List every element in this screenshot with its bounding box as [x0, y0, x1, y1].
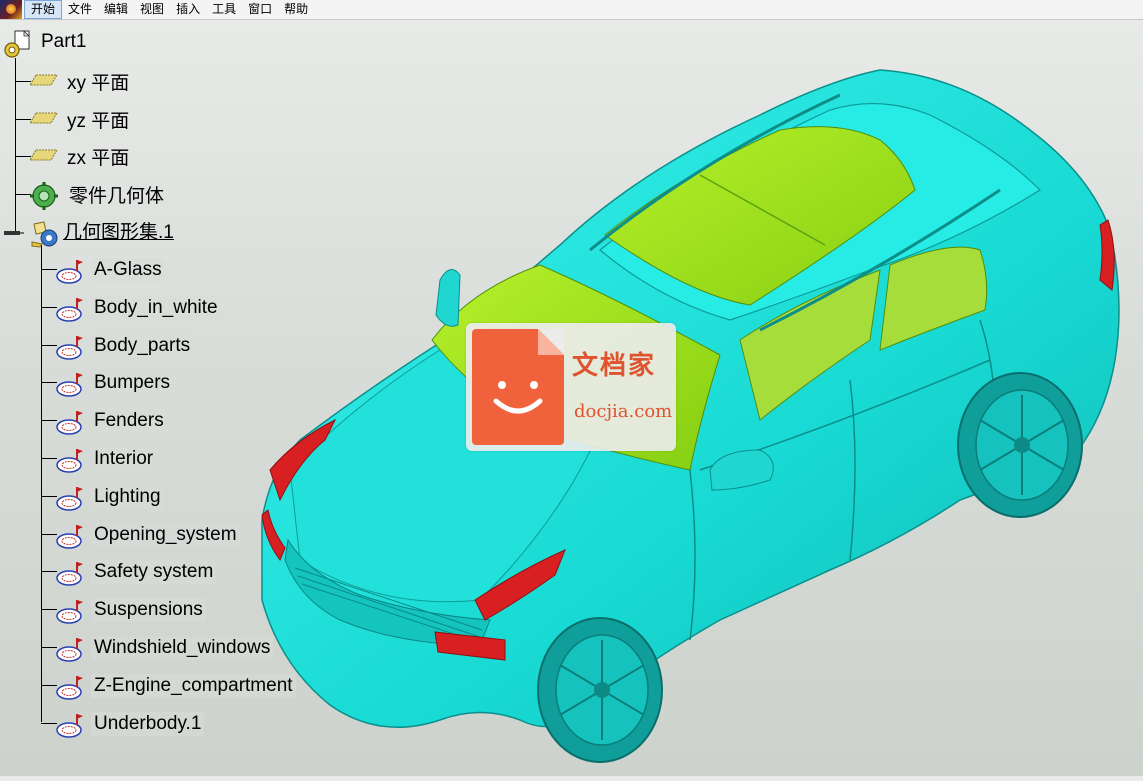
tree-item-zx-plane[interactable]: zx 平面 — [30, 141, 132, 171]
tree-item-geom-child[interactable]: Bumpers — [55, 368, 174, 398]
tree-item-label: Fenders — [91, 409, 167, 434]
tree-item-geom-child[interactable]: Fenders — [55, 406, 167, 436]
tree-item-label: Underbody.1 — [91, 711, 205, 736]
tree-connector — [41, 571, 57, 573]
menu-help[interactable]: 帮助 — [278, 0, 314, 19]
collapse-toggle-icon[interactable] — [4, 225, 26, 235]
menu-window[interactable]: 窗口 — [242, 0, 278, 19]
watermark-cn-text: 文档家 — [572, 351, 657, 381]
tree-item-label: Body_parts — [91, 333, 194, 358]
geometrical-set-child-icon — [55, 334, 83, 360]
tree-root-label: Part1 — [41, 31, 87, 52]
watermark-logo: 文档家 docjia.com — [466, 323, 676, 451]
geometrical-set-child-icon — [55, 371, 83, 398]
tree-connector — [15, 194, 31, 195]
tree-item-yz-plane[interactable]: yz 平面 — [30, 104, 132, 134]
tree-connector — [41, 495, 57, 497]
tree-item-label: Safety system — [91, 560, 217, 585]
tree-item-label: Z-Engine_compartment — [91, 673, 296, 698]
tree-item-label: yz 平面 — [67, 110, 130, 132]
tree-item-xy-plane[interactable]: xy 平面 — [30, 66, 132, 96]
menu-file[interactable]: 文件 — [62, 0, 98, 19]
geometrical-set-icon — [30, 218, 58, 248]
tree-connector — [41, 382, 57, 384]
geometrical-set-child-icon — [55, 674, 83, 700]
tree-connector — [41, 722, 57, 724]
tree-connector — [41, 533, 57, 535]
tree-item-geom-set[interactable]: 几何图形集.1 — [4, 215, 177, 248]
geometrical-set-child-icon — [55, 598, 83, 624]
menu-insert[interactable]: 插入 — [170, 0, 206, 19]
tree-item-label: A-Glass — [91, 258, 165, 282]
menu-start[interactable]: 开始 — [24, 0, 63, 19]
tree-item-geom-child[interactable]: Opening_system — [55, 520, 240, 550]
3d-viewport[interactable] — [250, 60, 1143, 776]
tree-item-geom-child[interactable]: Lighting — [55, 482, 164, 512]
tree-root[interactable]: Part1 — [2, 27, 89, 58]
tree-connector — [41, 458, 57, 459]
geometrical-set-child-icon — [55, 258, 83, 284]
app-logo-icon[interactable] — [0, 0, 22, 19]
tree-item-geom-child[interactable]: Windshield_windows — [55, 633, 274, 663]
tree-item-label: Windshield_windows — [91, 636, 274, 660]
tree-item-label: Body_in_white — [91, 295, 221, 320]
tree-connector — [15, 58, 16, 231]
tree-item-label: 几何图形集.1 — [63, 221, 174, 243]
tree-connector — [41, 344, 57, 346]
tree-item-label: 零件几何体 — [69, 185, 165, 207]
tree-connector — [41, 609, 57, 611]
tree-connector — [41, 420, 57, 422]
menu-edit[interactable]: 编辑 — [98, 0, 134, 19]
tree-item-label: Interior — [91, 447, 157, 471]
geometrical-set-child-icon — [55, 409, 83, 435]
tree-item-geom-child[interactable]: Suspensions — [55, 595, 206, 625]
part-icon — [2, 30, 30, 58]
menu-bar: 开始 文件 编辑 视图 插入 工具 窗口 帮助 — [0, 0, 1143, 20]
tree-item-label: Bumpers — [91, 371, 174, 396]
tree-connector — [41, 306, 57, 308]
tree-item-part-body[interactable]: 零件几何体 — [30, 179, 167, 210]
geometrical-set-child-icon — [55, 636, 83, 662]
watermark-en-text: docjia.com — [574, 401, 673, 422]
menu-tools[interactable]: 工具 — [206, 0, 242, 19]
geometrical-set-child-icon — [55, 560, 83, 587]
tree-item-label: xy 平面 — [67, 72, 130, 94]
tree-connector — [15, 119, 31, 120]
plane-icon — [30, 144, 58, 168]
geometrical-set-child-icon — [55, 447, 83, 473]
smile-icon — [493, 381, 543, 414]
specification-tree: Part1 xy 平面 yz 平面 zx 平面 零件几何体 几何图形集.1 A-… — [0, 20, 340, 776]
geometrical-set-child-icon — [55, 712, 83, 738]
tree-item-geom-child[interactable]: Body_in_white — [55, 293, 221, 323]
tree-connector — [15, 156, 31, 157]
tree-item-label: Lighting — [91, 484, 164, 509]
geometrical-set-child-icon — [55, 296, 83, 322]
tree-item-geom-child[interactable]: Safety system — [55, 557, 217, 587]
tree-connector — [15, 81, 31, 82]
tree-item-label: Opening_system — [91, 522, 240, 547]
geometrical-set-child-icon — [55, 485, 83, 511]
tree-item-geom-child[interactable]: Underbody.1 — [55, 709, 205, 739]
tree-item-geom-child[interactable]: Z-Engine_compartment — [55, 671, 296, 701]
tree-connector — [41, 684, 57, 686]
tree-item-label: Suspensions — [91, 598, 206, 623]
tree-item-geom-child[interactable]: A-Glass — [55, 255, 165, 285]
part-body-icon — [30, 182, 58, 210]
plane-icon — [30, 107, 58, 131]
tree-item-geom-child[interactable]: Body_parts — [55, 331, 194, 361]
tree-connector — [41, 647, 57, 648]
tree-connector — [41, 244, 42, 722]
geometrical-set-child-icon — [55, 523, 83, 549]
tree-item-label: zx 平面 — [67, 147, 130, 169]
tree-connector — [41, 269, 57, 270]
car-model[interactable] — [250, 60, 1143, 776]
tree-item-geom-child[interactable]: Interior — [55, 444, 157, 474]
plane-icon — [30, 69, 58, 93]
menu-view[interactable]: 视图 — [134, 0, 170, 19]
